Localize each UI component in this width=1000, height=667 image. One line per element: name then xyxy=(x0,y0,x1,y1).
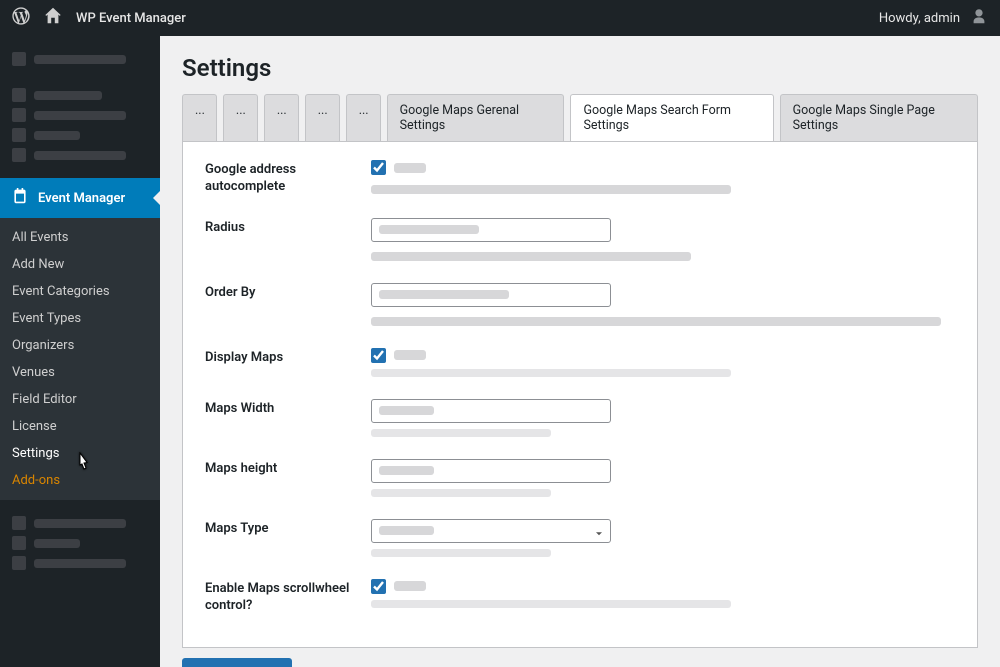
placeholder-skeleton xyxy=(379,406,434,415)
label-maps-height: Maps height xyxy=(205,459,371,478)
checkbox-scrollwheel-text xyxy=(394,581,426,591)
wordpress-logo-icon[interactable] xyxy=(12,7,30,29)
help-text xyxy=(371,317,941,326)
calendar-icon xyxy=(12,188,28,208)
checkbox-autocomplete[interactable] xyxy=(371,160,386,175)
checkbox-autocomplete-text xyxy=(394,163,426,173)
tab-overflow-5[interactable]: ... xyxy=(346,94,381,141)
sidebar-submenu: All Events Add New Event Categories Even… xyxy=(0,218,160,500)
help-text xyxy=(371,549,551,557)
site-title[interactable]: WP Event Manager xyxy=(76,11,186,26)
sidebar-parent-label: Event Manager xyxy=(38,191,125,206)
label-display-maps: Display Maps xyxy=(205,348,371,367)
help-text xyxy=(371,252,691,261)
help-text xyxy=(371,185,731,194)
label-orderby: Order By xyxy=(205,283,371,302)
user-avatar-icon[interactable] xyxy=(970,7,988,29)
main-content: Settings ... ... ... ... ... Google Maps… xyxy=(160,36,1000,667)
tab-gmaps-single-page[interactable]: Google Maps Single Page Settings xyxy=(780,94,978,141)
label-scrollwheel: Enable Maps scrollwheel control? xyxy=(205,579,371,615)
help-text xyxy=(371,600,731,608)
tab-overflow-3[interactable]: ... xyxy=(264,94,299,141)
submenu-all-events[interactable]: All Events xyxy=(0,224,160,251)
admin-bar: WP Event Manager Howdy, admin xyxy=(0,0,1000,36)
label-maps-type: Maps Type xyxy=(205,519,371,538)
submenu-add-new[interactable]: Add New xyxy=(0,251,160,278)
settings-panel: Google address autocomplete Radius xyxy=(182,141,978,648)
settings-tabs: ... ... ... ... ... Google Maps Gerenal … xyxy=(182,94,978,141)
placeholder-skeleton xyxy=(379,466,434,475)
label-radius: Radius xyxy=(205,218,371,237)
howdy-text[interactable]: Howdy, admin xyxy=(879,11,960,26)
tab-overflow-1[interactable]: ... xyxy=(182,94,217,141)
label-autocomplete: Google address autocomplete xyxy=(205,160,371,196)
tab-gmaps-search-form[interactable]: Google Maps Search Form Settings xyxy=(570,94,773,141)
submenu-organizers[interactable]: Organizers xyxy=(0,332,160,359)
help-text xyxy=(371,429,551,437)
submenu-license[interactable]: License xyxy=(0,413,160,440)
active-menu-arrow-icon xyxy=(153,190,161,206)
home-icon[interactable] xyxy=(44,7,62,29)
label-maps-width: Maps Width xyxy=(205,399,371,418)
checkbox-scrollwheel[interactable] xyxy=(371,579,386,594)
tab-overflow-2[interactable]: ... xyxy=(223,94,258,141)
page-title: Settings xyxy=(182,54,978,82)
tab-gmaps-general[interactable]: Google Maps Gerenal Settings xyxy=(387,94,565,141)
submenu-event-categories[interactable]: Event Categories xyxy=(0,278,160,305)
submenu-field-editor[interactable]: Field Editor xyxy=(0,386,160,413)
submenu-venues[interactable]: Venues xyxy=(0,359,160,386)
placeholder-skeleton xyxy=(379,290,509,299)
submenu-settings[interactable]: Settings xyxy=(0,440,160,467)
checkbox-display-maps-text xyxy=(394,350,426,360)
help-text xyxy=(371,489,551,497)
help-text xyxy=(371,369,731,377)
sidebar-parent-event-manager[interactable]: Event Manager xyxy=(0,178,160,218)
save-button[interactable]: Save Changes xyxy=(182,658,292,667)
checkbox-display-maps[interactable] xyxy=(371,348,386,363)
tab-overflow-4[interactable]: ... xyxy=(305,94,340,141)
placeholder-skeleton xyxy=(379,225,479,234)
submenu-event-types[interactable]: Event Types xyxy=(0,305,160,332)
admin-sidebar: Event Manager All Events Add New Event C… xyxy=(0,36,160,667)
submenu-addons[interactable]: Add-ons xyxy=(0,467,160,494)
placeholder-skeleton xyxy=(379,526,434,535)
